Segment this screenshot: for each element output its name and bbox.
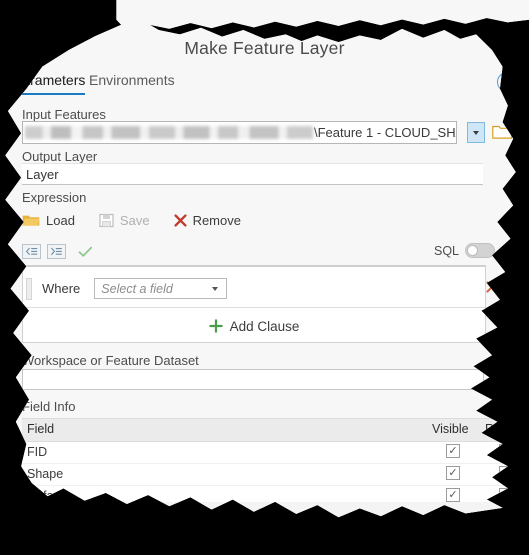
input-features-label: Input Features (22, 107, 106, 122)
table-row[interactable]: Shape ✓ (22, 464, 516, 486)
ratio-checkbox[interactable] (499, 466, 513, 480)
expression-clause-panel: Where Select a field Add Clause (22, 265, 498, 343)
x-icon (174, 213, 187, 227)
output-layer-value: Layer (26, 166, 59, 182)
forward-arrow-icon[interactable] (497, 41, 516, 64)
page-title: Make Feature Layer (184, 38, 345, 58)
remove-expression-button[interactable]: Remove (174, 213, 241, 228)
checkmark-icon[interactable] (78, 246, 93, 258)
input-features-value: \Feature 1 - CLOUD_SHAPES (314, 125, 456, 140)
help-label: ? (503, 74, 511, 89)
output-layer-input[interactable]: Layer (22, 163, 483, 185)
save-expression-button[interactable]: Save (99, 213, 150, 228)
table-row[interactable]: FID ✓ (22, 442, 516, 464)
field-select-dropdown[interactable]: Select a field (94, 278, 228, 299)
workspace-input[interactable] (22, 369, 484, 390)
back-arrow-icon[interactable] (8, 41, 31, 64)
add-clause-label: Add Clause (229, 318, 300, 334)
cell-field-name: FID (27, 445, 48, 459)
floppy-disk-icon (99, 213, 114, 228)
where-label: Where (42, 281, 81, 296)
open-folder-icon (22, 213, 40, 228)
table-header-row: Field Visible Ra (22, 418, 516, 442)
load-expression-button[interactable]: Load (22, 213, 75, 228)
clause-drag-handle[interactable] (26, 277, 32, 300)
cell-field-name: Default (27, 489, 67, 503)
expression-label: Expression (22, 190, 87, 205)
column-header-field[interactable]: Field (27, 422, 54, 436)
add-clause-button[interactable]: Add Clause (23, 309, 485, 343)
field-info-label: Field Info (22, 399, 76, 414)
checkmark-icon: ✓ (448, 488, 458, 501)
input-features-input[interactable]: \Feature 1 - CLOUD_SHAPES (22, 121, 457, 144)
visible-checkbox[interactable]: ✓ (446, 466, 460, 480)
tabstrip: Parameters Environments (5, 72, 515, 98)
chevron-down-icon[interactable] (467, 122, 485, 143)
screenshot-stage: ocessing ? Make Feature Layer Parameters (0, 0, 529, 555)
breadcrumb[interactable]: ocessing (44, 5, 102, 21)
geoprocessing-pane: ? Make Feature Layer Parameters Environm… (5, 17, 516, 518)
visible-checkbox[interactable]: ✓ (446, 488, 460, 502)
checkmark-icon: ✓ (448, 466, 458, 479)
group-clause-icon[interactable] (47, 244, 66, 259)
field-info-table: Field Visible Ra FID ✓ Shape ✓ Default ✓ (22, 418, 516, 508)
ratio-checkbox[interactable] (499, 444, 513, 458)
strip-surface (116, 0, 529, 31)
cell-field-name: Shape (27, 467, 64, 481)
field-select-placeholder: Select a field (101, 281, 173, 296)
save-label: Save (119, 212, 150, 228)
tab-environments[interactable]: Environments (89, 72, 175, 93)
expression-group-toolbar (22, 244, 93, 259)
folder-icon[interactable] (492, 123, 513, 140)
workspace-label: Workspace or Feature Dataset (22, 353, 199, 368)
folder-icon[interactable] (492, 371, 513, 388)
remove-label: Remove (192, 212, 241, 228)
visible-checkbox[interactable]: ✓ (446, 444, 460, 458)
expression-toolbar: Load Save Remove (22, 209, 265, 231)
delete-clause-icon[interactable] (486, 281, 498, 293)
column-header-visible[interactable]: Visible (432, 422, 469, 436)
output-layer-label: Output Layer (22, 149, 98, 164)
column-header-ratio[interactable]: Ra (485, 422, 501, 436)
ungroup-clause-icon[interactable] (22, 244, 41, 259)
redacted-path-blur (25, 126, 313, 139)
ratio-checkbox[interactable] (499, 488, 513, 502)
load-label: Load (46, 212, 75, 228)
clause-row: Where Select a field (23, 270, 498, 308)
tab-parameters[interactable]: Parameters (13, 72, 86, 95)
geoprocessing-breadcrumb-strip: ocessing (44, 0, 529, 31)
table-bottom-spacer (22, 502, 516, 516)
sql-switch-track[interactable] (465, 243, 495, 258)
plus-icon (208, 319, 223, 333)
sql-label: SQL (433, 243, 459, 258)
sql-toggle[interactable]: SQL (434, 243, 495, 258)
checkmark-icon: ✓ (448, 444, 458, 457)
